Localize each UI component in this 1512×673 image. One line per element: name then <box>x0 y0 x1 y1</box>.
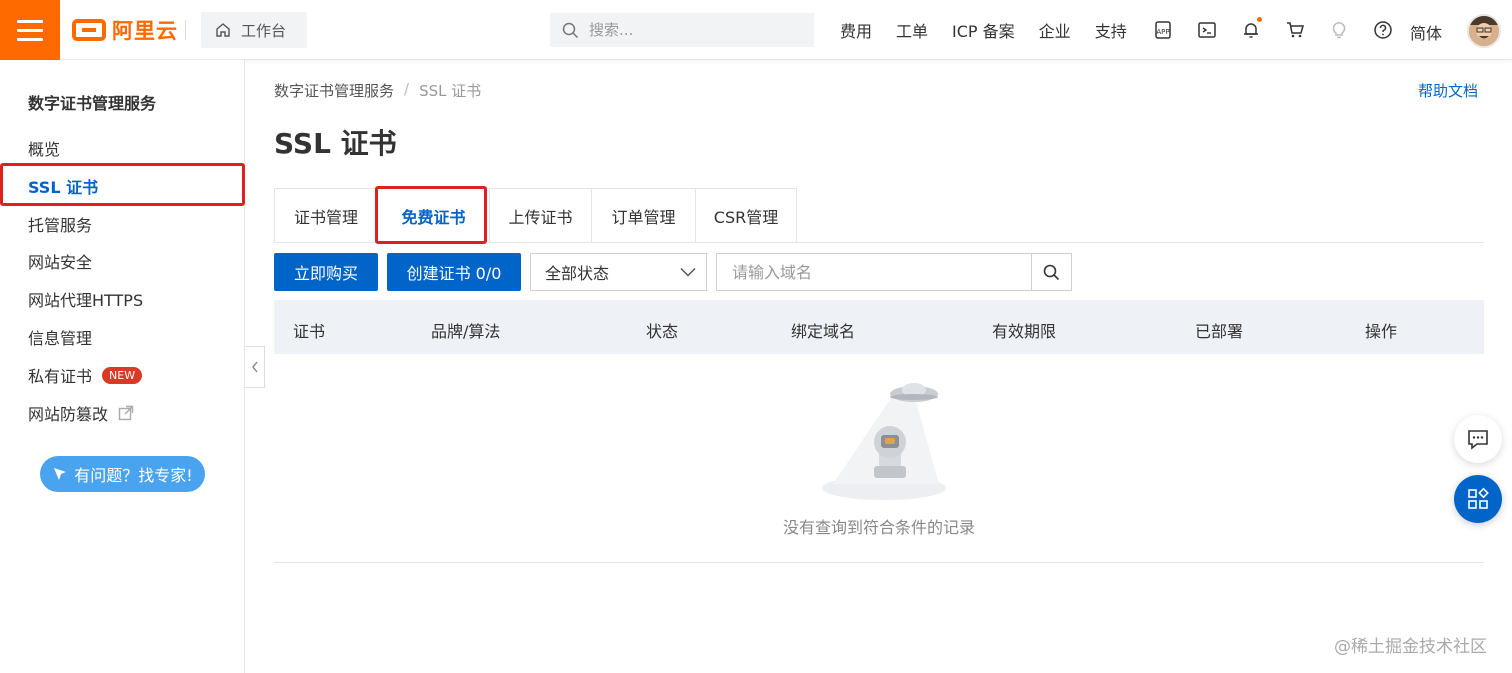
tab-csr-management[interactable]: CSR管理 <box>695 188 797 243</box>
top-nav-icons: APP <box>1152 0 1394 60</box>
sidebar-item-label: 信息管理 <box>28 329 93 348</box>
aliyun-logo[interactable]: 阿里云 <box>72 16 178 44</box>
domain-search <box>716 253 1072 291</box>
sidebar-item-site-security[interactable]: 网站安全 <box>0 243 245 279</box>
buy-now-button[interactable]: 立即购买 <box>274 253 378 291</box>
breadcrumb-current: SSL 证书 <box>419 82 482 100</box>
sidebar-item-label: 网站安全 <box>28 253 93 272</box>
lightbulb-icon[interactable] <box>1328 19 1350 41</box>
column-header-status: 状态 <box>646 322 679 341</box>
quick-apps-button[interactable] <box>1454 475 1502 523</box>
terminal-icon[interactable] <box>1196 19 1218 41</box>
global-search[interactable] <box>550 13 814 47</box>
ask-expert-label: 有问题？找专家! <box>74 466 193 485</box>
feedback-chat-button[interactable] <box>1454 415 1502 463</box>
help-icon[interactable] <box>1372 19 1394 41</box>
search-icon <box>562 22 579 38</box>
column-header-cert: 证书 <box>293 322 326 341</box>
breadcrumb-separator: / <box>404 80 410 98</box>
sidebar-title: 数字证书管理服务 <box>28 94 157 113</box>
column-header-validity: 有效期限 <box>992 322 1057 341</box>
logo-divider <box>185 20 186 40</box>
app-icon[interactable]: APP <box>1152 19 1174 41</box>
workbench-label: 工作台 <box>241 21 287 40</box>
expert-icon <box>54 468 67 480</box>
tab-order-management[interactable]: 订单管理 <box>591 188 695 243</box>
sidebar-item-label: 私有证书 <box>28 367 93 386</box>
sidebar-item-info-management[interactable]: 信息管理 <box>0 319 245 355</box>
search-icon <box>1043 264 1060 280</box>
aliyun-logo-mark <box>72 19 106 41</box>
chevron-left-icon <box>251 361 258 373</box>
nav-link-enterprise[interactable]: 企业 <box>1039 18 1071 42</box>
column-header-brand: 品牌/算法 <box>431 322 501 341</box>
sidebar-item-label: 概览 <box>28 140 61 159</box>
avatar[interactable] <box>1467 14 1501 48</box>
search-input[interactable] <box>589 21 789 39</box>
language-switch[interactable]: 简体 <box>1410 20 1442 44</box>
nav-link-support[interactable]: 支持 <box>1095 18 1127 42</box>
sidebar-item-label: 网站防篡改 <box>28 405 109 424</box>
ask-expert-button[interactable]: 有问题？找专家! <box>40 456 205 492</box>
sidebar-item-label: 托管服务 <box>28 216 93 235</box>
watermark: @稀土掘金技术社区 <box>1334 637 1487 657</box>
sidebar: 数字证书管理服务 概览 SSL 证书 托管服务 网站安全 网站代理HTTPS 信… <box>0 60 245 673</box>
domain-search-button[interactable] <box>1031 254 1071 290</box>
tab-upload-cert[interactable]: 上传证书 <box>489 188 591 243</box>
tab-cert-management[interactable]: 证书管理 <box>274 188 377 243</box>
page-title: SSL 证书 <box>274 127 397 160</box>
empty-state: 没有查询到符合条件的记录 <box>274 354 1484 563</box>
chat-icon <box>1468 430 1488 450</box>
logo-text: 阿里云 <box>112 19 178 43</box>
table-header: 证书 品牌/算法 状态 绑定域名 有效期限 已部署 操作 <box>274 300 1484 354</box>
sidebar-collapse-toggle[interactable] <box>245 346 265 388</box>
create-cert-button[interactable]: 创建证书 0/0 <box>387 253 521 291</box>
status-select-value: 全部状态 <box>545 264 610 283</box>
column-header-domain: 绑定域名 <box>791 322 856 341</box>
sidebar-item-ssl[interactable]: SSL 证书 <box>0 168 245 204</box>
sidebar-item-overview[interactable]: 概览 <box>0 130 245 166</box>
column-header-actions: 操作 <box>1365 322 1398 341</box>
notification-dot <box>1257 17 1262 22</box>
sidebar-item-managed-service[interactable]: 托管服务 <box>0 206 245 242</box>
sidebar-item-tamper-protection[interactable]: 网站防篡改 <box>0 395 245 431</box>
empty-ufo-illustration <box>822 383 946 500</box>
bell-icon[interactable] <box>1240 17 1262 41</box>
external-link-icon <box>118 405 134 421</box>
new-badge: NEW <box>102 366 143 384</box>
chevron-down-icon <box>680 267 696 277</box>
cart-icon[interactable] <box>1284 19 1306 41</box>
empty-state-text: 没有查询到符合条件的记录 <box>782 518 975 537</box>
help-docs-link[interactable]: 帮助文档 <box>1418 80 1478 101</box>
apps-icon <box>1468 487 1489 509</box>
sidebar-item-https-proxy[interactable]: 网站代理HTTPS <box>0 281 245 317</box>
breadcrumb-item[interactable]: 数字证书管理服务 <box>274 80 394 101</box>
tab-free-cert[interactable]: 免费证书 <box>377 188 489 243</box>
sidebar-item-private-cert[interactable]: 私有证书 NEW <box>0 357 245 393</box>
nav-link-tickets[interactable]: 工单 <box>896 18 928 42</box>
top-bar: 阿里云 工作台 费用 工单 ICP 备案 企业 支持 APP <box>0 0 1512 60</box>
menu-icon[interactable] <box>0 0 60 60</box>
top-nav-links: 费用 工单 ICP 备案 企业 支持 <box>840 0 1151 60</box>
sidebar-item-label: SSL 证书 <box>28 178 99 197</box>
domain-input[interactable] <box>717 254 1031 290</box>
home-icon <box>216 23 230 37</box>
column-header-deployed: 已部署 <box>1195 322 1244 341</box>
workbench-button[interactable]: 工作台 <box>201 12 307 48</box>
svg-text:APP: APP <box>1156 28 1169 36</box>
breadcrumb: 数字证书管理服务 / SSL 证书 <box>274 80 481 101</box>
sidebar-item-label: 网站代理HTTPS <box>28 291 144 310</box>
nav-link-billing[interactable]: 费用 <box>840 18 872 42</box>
nav-link-icp[interactable]: ICP 备案 <box>952 18 1015 42</box>
cert-tabs: 证书管理 免费证书 上传证书 订单管理 CSR管理 <box>274 188 797 243</box>
status-select[interactable]: 全部状态 <box>530 253 707 291</box>
